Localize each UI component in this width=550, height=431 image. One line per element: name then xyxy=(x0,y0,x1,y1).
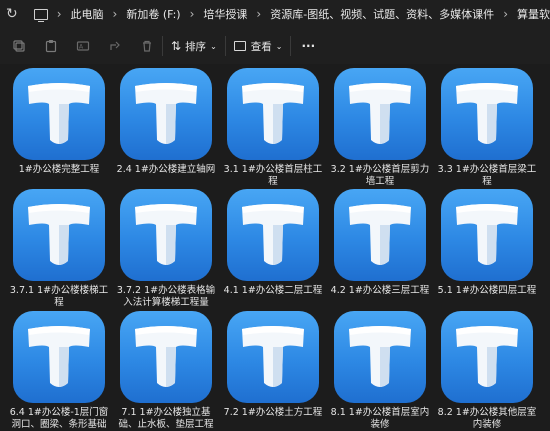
file-name: 8.1 1#办公楼首层室内装修 xyxy=(330,407,430,430)
file-item[interactable]: 4.2 1#办公楼三层工程 xyxy=(327,189,433,297)
chevron-right-icon: › xyxy=(503,7,508,21)
file-name: 2.4 1#办公楼建立轴网 xyxy=(116,164,216,175)
app-t-icon xyxy=(441,68,533,160)
computer-icon[interactable] xyxy=(33,8,48,22)
chevron-right-icon: › xyxy=(112,7,118,21)
file-name: 7.2 1#办公楼土方工程 xyxy=(223,407,323,418)
file-item[interactable]: 8.1 1#办公楼首层室内装修 xyxy=(327,311,433,431)
view-label: 查看 xyxy=(250,40,272,53)
file-name: 4.2 1#办公楼三层工程 xyxy=(330,285,430,296)
app-t-icon xyxy=(227,311,319,403)
breadcrumb: › 此电脑 › 新加卷 (F:) › 培华授课 › 资源库-图纸、视频、试题、资… xyxy=(48,6,550,22)
file-name: 3.3 1#办公楼首层梁工程 xyxy=(437,164,537,187)
file-item[interactable]: 5.1 1#办公楼四层工程 xyxy=(434,189,540,297)
file-name: 3.7.2 1#办公楼表格输入法计算楼梯工程量 xyxy=(116,285,216,308)
app-t-icon xyxy=(441,189,533,281)
command-bar: A ⇅ 排序 ⌄ 查看 ⌄ ··· xyxy=(0,28,550,65)
address-bar: ↻ › 此电脑 › 新加卷 (F:) › 培华授课 › 资源库-图纸、视频、试题… xyxy=(0,0,550,29)
file-grid: 1#办公楼完整工程 2.4 1#办公楼建立轴网 3.1 1#办公楼首层柱工程 3.2 … xyxy=(0,64,550,431)
sort-icon: ⇅ xyxy=(171,39,182,53)
toolbar-divider xyxy=(290,36,292,56)
toolbar-divider xyxy=(224,36,226,56)
app-t-icon xyxy=(334,68,426,160)
app-t-icon xyxy=(227,68,319,160)
app-t-icon xyxy=(441,311,533,403)
view-icon xyxy=(233,41,246,51)
app-t-icon xyxy=(334,189,426,281)
file-item[interactable]: 3.7.2 1#办公楼表格输入法计算楼梯工程量 xyxy=(113,189,219,309)
chevron-right-icon: › xyxy=(189,7,195,21)
app-t-icon xyxy=(120,189,212,281)
more-options-button[interactable]: ··· xyxy=(301,39,315,53)
app-t-icon xyxy=(120,311,212,403)
file-name: 3.7.1 1#办公楼楼梯工程 xyxy=(9,285,109,308)
file-item[interactable]: 7.2 1#办公楼土方工程 xyxy=(220,311,326,419)
file-name: 6.4 1#办公楼-1层门窗洞口、圈梁、条形基础 xyxy=(9,407,109,430)
file-name: 8.2 1#办公楼其他层室内装修 xyxy=(437,407,537,430)
file-item[interactable]: 6.4 1#办公楼-1层门窗洞口、圈梁、条形基础 xyxy=(6,311,112,431)
delete-icon[interactable] xyxy=(140,39,154,53)
file-item[interactable]: 3.2 1#办公楼首层剪力墙工程 xyxy=(327,68,433,188)
sort-button[interactable]: ⇅ 排序 ⌄ xyxy=(171,39,217,54)
chevron-right-icon: › xyxy=(56,7,62,21)
sort-label: 排序 xyxy=(185,40,207,53)
toolbar-divider xyxy=(162,36,163,56)
app-t-icon xyxy=(13,189,105,281)
rename-icon[interactable]: A xyxy=(76,39,90,53)
breadcrumb-item[interactable]: 培华授课 xyxy=(203,6,247,22)
app-t-icon xyxy=(13,68,105,160)
file-name: 7.1 1#办公楼独立基础、止水板、垫层工程 xyxy=(118,407,214,430)
app-t-icon xyxy=(120,68,212,160)
breadcrumb-item[interactable]: 新加卷 (F:) xyxy=(126,6,180,22)
paste-icon[interactable] xyxy=(44,39,58,53)
breadcrumb-item[interactable]: 资源库-图纸、视频、试题、资料、多媒体课件 xyxy=(270,6,494,22)
app-t-icon xyxy=(227,189,319,281)
chevron-right-icon: › xyxy=(256,7,262,21)
share-icon[interactable] xyxy=(108,39,122,53)
file-name: 1#办公楼完整工程 xyxy=(18,164,100,175)
app-t-icon xyxy=(334,311,426,403)
copy-icon[interactable] xyxy=(12,39,26,53)
file-item[interactable]: 4.1 1#办公楼二层工程 xyxy=(220,189,326,297)
file-item[interactable]: 3.1 1#办公楼首层柱工程 xyxy=(220,68,326,188)
view-button[interactable]: 查看 ⌄ xyxy=(233,39,283,54)
file-item[interactable]: 7.1 1#办公楼独立基础、止水板、垫层工程 xyxy=(113,311,219,431)
chevron-down-icon: ⌄ xyxy=(210,41,217,51)
chevron-down-icon: ⌄ xyxy=(275,41,283,51)
file-item[interactable]: 8.2 1#办公楼其他层室内装修 xyxy=(434,311,540,431)
file-item[interactable]: 3.3 1#办公楼首层梁工程 xyxy=(434,68,540,188)
breadcrumb-item[interactable]: 算量软 xyxy=(517,6,550,22)
file-item[interactable]: 1#办公楼完整工程 xyxy=(6,68,112,176)
file-name: 4.1 1#办公楼二层工程 xyxy=(223,285,323,296)
breadcrumb-item[interactable]: 此电脑 xyxy=(71,6,104,22)
file-name: 5.1 1#办公楼四层工程 xyxy=(437,285,537,296)
file-name: 3.2 1#办公楼首层剪力墙工程 xyxy=(330,164,430,187)
file-item[interactable]: 2.4 1#办公楼建立轴网 xyxy=(113,68,219,176)
refresh-icon[interactable]: ↻ xyxy=(0,6,24,22)
file-name: 3.1 1#办公楼首层柱工程 xyxy=(223,164,323,187)
app-t-icon xyxy=(13,311,105,403)
file-item[interactable]: 3.7.1 1#办公楼楼梯工程 xyxy=(6,189,112,309)
